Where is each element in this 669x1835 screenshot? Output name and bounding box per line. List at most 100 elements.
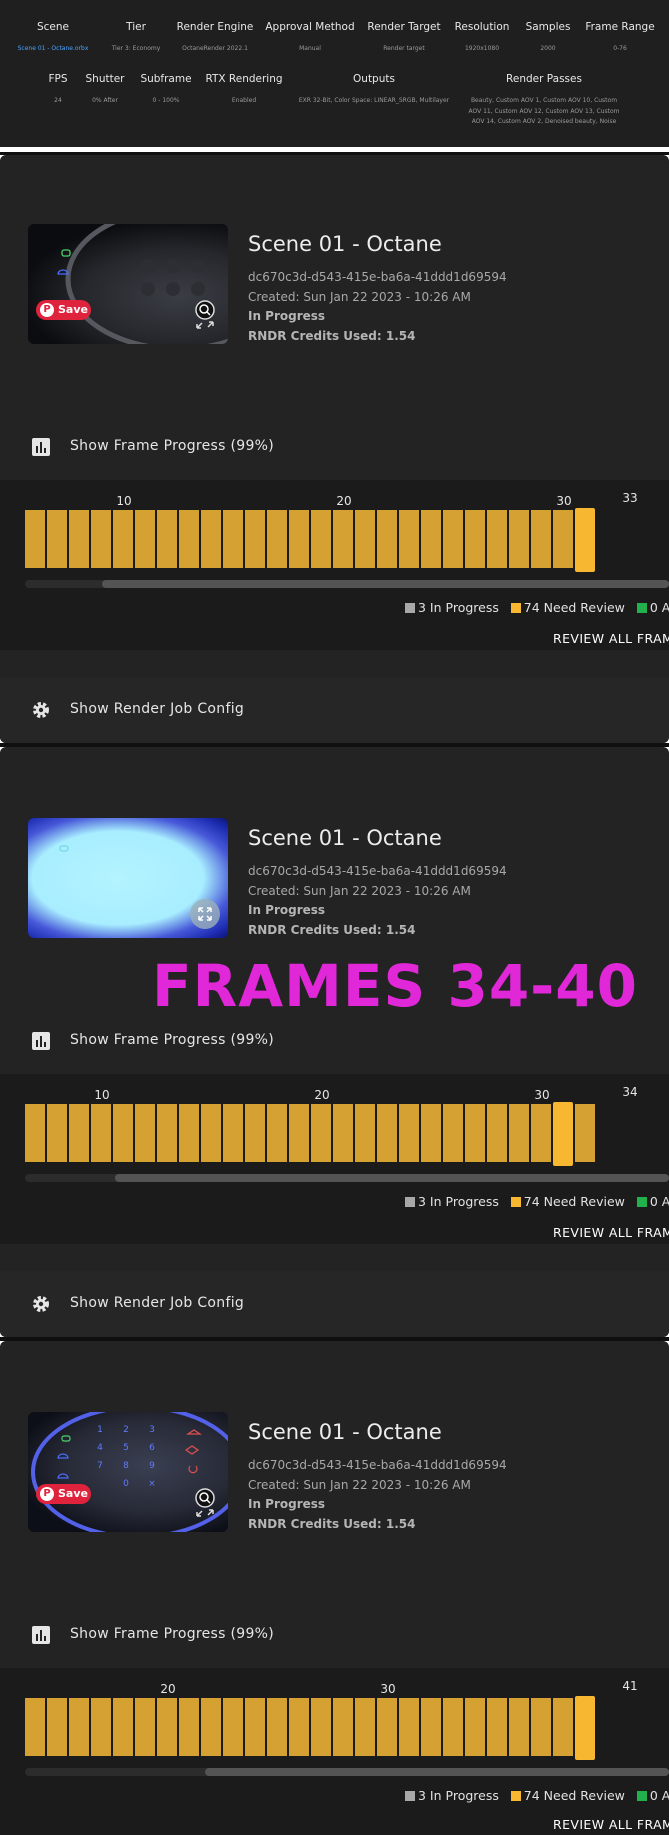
frame-bar[interactable] — [179, 1698, 199, 1756]
frame-bar[interactable] — [531, 1698, 551, 1756]
frame-scrollbar-1[interactable] — [25, 580, 669, 588]
frame-scrollbar-2[interactable] — [25, 1174, 669, 1182]
zoom-icon[interactable] — [190, 298, 220, 334]
frame-bar[interactable] — [25, 1104, 45, 1162]
frame-bar[interactable] — [377, 1698, 397, 1756]
frame-bar[interactable] — [69, 1104, 89, 1162]
scrollbar-thumb[interactable] — [102, 580, 669, 588]
frame-bar[interactable] — [355, 510, 375, 568]
frame-bar[interactable] — [311, 510, 331, 568]
frame-bar[interactable] — [201, 1104, 221, 1162]
frame-bar[interactable] — [421, 1104, 441, 1162]
frame-bar[interactable] — [531, 510, 551, 568]
frame-bar[interactable] — [311, 1104, 331, 1162]
frame-bar[interactable] — [113, 510, 133, 568]
scrollbar-thumb[interactable] — [115, 1174, 669, 1182]
frame-bar[interactable] — [223, 510, 243, 568]
frame-bar[interactable] — [575, 1104, 595, 1162]
frame-bar[interactable] — [91, 1698, 111, 1756]
frame-bar[interactable] — [509, 510, 529, 568]
zoom-icon[interactable] — [190, 1486, 220, 1522]
show-frame-progress-toggle-2[interactable]: Show Frame Progress (99%) — [70, 1032, 274, 1048]
show-frame-progress-toggle-1[interactable]: Show Frame Progress (99%) — [70, 438, 274, 454]
review-all-frames-button-3[interactable]: REVIEW ALL FRAME — [553, 1817, 669, 1832]
frame-bar[interactable] — [113, 1104, 133, 1162]
expand-icon[interactable] — [190, 896, 220, 932]
frame-bar[interactable] — [531, 1104, 551, 1162]
frame-bar[interactable] — [333, 1104, 353, 1162]
pinterest-save-button[interactable]: P Save — [36, 1484, 91, 1504]
frame-bar[interactable] — [465, 510, 485, 568]
frame-bar[interactable] — [333, 510, 353, 568]
frame-bar[interactable] — [509, 1698, 529, 1756]
frame-bar[interactable] — [487, 510, 507, 568]
review-all-frames-button-2[interactable]: REVIEW ALL FRAME — [553, 1225, 669, 1240]
frame-bar[interactable] — [267, 510, 287, 568]
frame-bar[interactable] — [157, 1698, 177, 1756]
frame-bar[interactable] — [399, 510, 419, 568]
frame-bar[interactable] — [421, 1698, 441, 1756]
review-all-frames-button-1[interactable]: REVIEW ALL FRAME — [553, 631, 669, 646]
frame-bar[interactable] — [245, 1698, 265, 1756]
job-thumbnail-1[interactable]: P Save — [28, 224, 228, 344]
frame-bar[interactable] — [179, 510, 199, 568]
frame-bar[interactable] — [69, 1698, 89, 1756]
render-job-config-row-2[interactable]: Show Render Job Config — [0, 1271, 669, 1337]
frame-bar[interactable] — [267, 1104, 287, 1162]
frame-bar[interactable] — [355, 1104, 375, 1162]
job-thumbnail-3[interactable]: 1 2 3 4 5 6 7 8 9 0 × P Save — [28, 1412, 228, 1532]
frame-bar-current[interactable] — [575, 508, 595, 572]
frame-bar[interactable] — [355, 1698, 375, 1756]
frame-bar[interactable] — [465, 1698, 485, 1756]
frame-bar[interactable] — [201, 510, 221, 568]
scrollbar-thumb[interactable] — [205, 1768, 669, 1776]
pinterest-save-button[interactable]: P Save — [36, 300, 91, 320]
frame-scrollbar-3[interactable] — [25, 1768, 669, 1776]
frame-bar[interactable] — [509, 1104, 529, 1162]
frame-bar[interactable] — [377, 510, 397, 568]
frame-bar[interactable] — [113, 1698, 133, 1756]
frame-bar[interactable] — [223, 1104, 243, 1162]
frame-bar[interactable] — [25, 510, 45, 568]
show-frame-progress-toggle-3[interactable]: Show Frame Progress (99%) — [70, 1626, 274, 1642]
frame-bar[interactable] — [157, 510, 177, 568]
frame-bar[interactable] — [91, 510, 111, 568]
frame-bar[interactable] — [47, 510, 67, 568]
frame-bar[interactable] — [179, 1104, 199, 1162]
job-thumbnail-2[interactable] — [28, 818, 228, 938]
show-render-job-config-2[interactable]: Show Render Job Config — [70, 1295, 244, 1311]
frame-bar-current[interactable] — [553, 1102, 573, 1166]
frame-bar[interactable] — [245, 510, 265, 568]
frame-bar[interactable] — [47, 1104, 67, 1162]
frame-bar[interactable] — [135, 510, 155, 568]
frame-bar[interactable] — [267, 1698, 287, 1756]
config-value-scene[interactable]: Scene 01 - Octane.orbx — [18, 44, 89, 55]
frame-bar[interactable] — [91, 1104, 111, 1162]
frame-bar[interactable] — [245, 1104, 265, 1162]
frame-bar[interactable] — [47, 1698, 67, 1756]
frame-bar[interactable] — [69, 510, 89, 568]
frame-bar-current[interactable] — [575, 1696, 595, 1760]
frame-bar[interactable] — [135, 1104, 155, 1162]
frame-bar[interactable] — [25, 1698, 45, 1756]
frame-bar[interactable] — [223, 1698, 243, 1756]
frame-bar[interactable] — [487, 1104, 507, 1162]
frame-bar[interactable] — [465, 1104, 485, 1162]
frame-bar[interactable] — [443, 510, 463, 568]
frame-bar[interactable] — [377, 1104, 397, 1162]
frame-bar[interactable] — [201, 1698, 221, 1756]
frame-bar[interactable] — [311, 1698, 331, 1756]
frame-bar[interactable] — [157, 1104, 177, 1162]
frame-bar[interactable] — [399, 1104, 419, 1162]
frame-bar[interactable] — [399, 1698, 419, 1756]
frame-bar[interactable] — [135, 1698, 155, 1756]
show-render-job-config-1[interactable]: Show Render Job Config — [70, 701, 244, 717]
frame-bar[interactable] — [421, 510, 441, 568]
frame-bar[interactable] — [443, 1698, 463, 1756]
frame-bar[interactable] — [487, 1698, 507, 1756]
frame-bar[interactable] — [553, 510, 573, 568]
frame-bar[interactable] — [553, 1698, 573, 1756]
frame-bar[interactable] — [289, 1104, 309, 1162]
frame-bar[interactable] — [333, 1698, 353, 1756]
frame-bar[interactable] — [289, 1698, 309, 1756]
